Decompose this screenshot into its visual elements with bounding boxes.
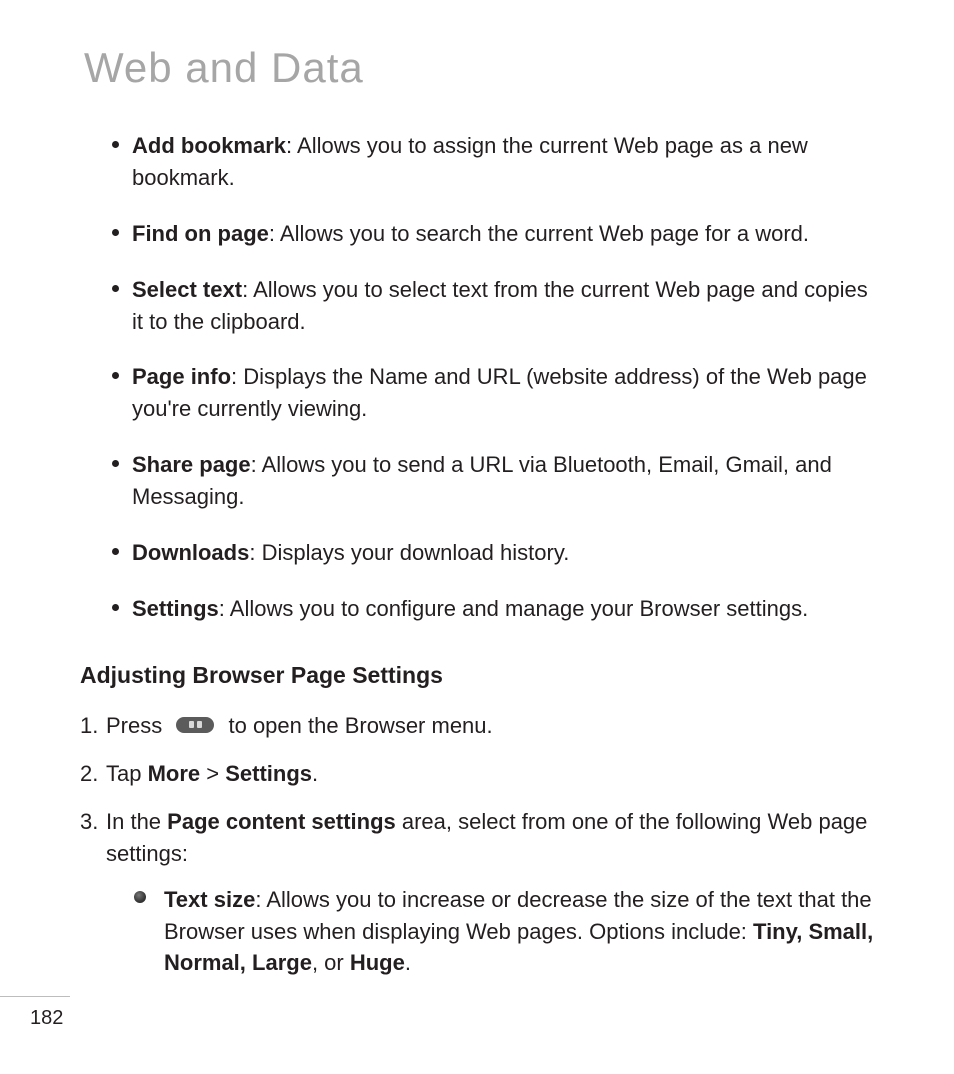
item-text: : Allows you to configure and manage you… <box>219 596 808 621</box>
sub-list-item: Text size: Allows you to increase or dec… <box>134 884 874 980</box>
sub-list: Text size: Allows you to increase or dec… <box>134 884 874 980</box>
item-label: Text size <box>164 887 255 912</box>
step-text: In the <box>106 809 167 834</box>
list-item: Select text: Allows you to select text f… <box>112 274 874 338</box>
page-title: Web and Data <box>84 44 874 92</box>
bold-text: Page content settings <box>167 809 396 834</box>
item-text: : Allows you to select text from the cur… <box>132 277 868 334</box>
step-text: Press <box>106 713 168 738</box>
item-text: , or <box>312 950 350 975</box>
item-text: . <box>405 950 411 975</box>
step-text: to open the Browser menu. <box>228 713 492 738</box>
list-item: Downloads: Displays your download histor… <box>112 537 874 569</box>
bold-text: Huge <box>350 950 405 975</box>
step-item: In the Page content settings area, selec… <box>80 806 874 979</box>
list-item: Share page: Allows you to send a URL via… <box>112 449 874 513</box>
item-label: Share page <box>132 452 251 477</box>
item-label: Find on page <box>132 221 269 246</box>
content-area: Add bookmark: Allows you to assign the c… <box>80 130 874 979</box>
step-item: Tap More > Settings. <box>80 758 874 790</box>
step-text: Tap <box>106 761 148 786</box>
section-heading: Adjusting Browser Page Settings <box>80 659 874 692</box>
item-text: : Displays the Name and URL (website add… <box>132 364 867 421</box>
steps-list: Press to open the Browser menu. Tap More… <box>80 710 874 979</box>
item-label: Page info <box>132 364 231 389</box>
item-text: : Displays your download history. <box>249 540 569 565</box>
footer-rule <box>0 996 70 997</box>
step-text: . <box>312 761 318 786</box>
step-text: > <box>200 761 225 786</box>
list-item: Settings: Allows you to configure and ma… <box>112 593 874 625</box>
list-item: Page info: Displays the Name and URL (we… <box>112 361 874 425</box>
list-item: Add bookmark: Allows you to assign the c… <box>112 130 874 194</box>
item-text: : Allows you to search the current Web p… <box>269 221 809 246</box>
page-number: 182 <box>30 1007 954 1030</box>
item-label: Downloads <box>132 540 249 565</box>
document-page: Web and Data Add bookmark: Allows you to… <box>0 0 954 1074</box>
page-footer: 182 <box>0 996 954 1030</box>
bold-text: More <box>148 761 201 786</box>
feature-list: Add bookmark: Allows you to assign the c… <box>112 130 874 625</box>
item-label: Select text <box>132 277 242 302</box>
bold-text: Settings <box>225 761 312 786</box>
item-label: Settings <box>132 596 219 621</box>
list-item: Find on page: Allows you to search the c… <box>112 218 874 250</box>
menu-key-icon <box>176 717 214 733</box>
item-label: Add bookmark <box>132 133 286 158</box>
step-item: Press to open the Browser menu. <box>80 710 874 742</box>
